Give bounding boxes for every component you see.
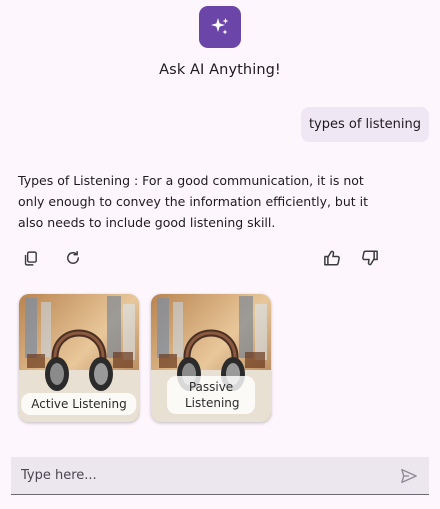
suggestion-card[interactable]: Active Listening: [19, 294, 139, 422]
user-message-text: types of listening: [308, 117, 421, 132]
suggestion-card[interactable]: Passive Listening: [151, 294, 271, 422]
page-title: Ask AI Anything!: [159, 62, 281, 78]
message-composer: [11, 456, 429, 495]
like-button[interactable]: [322, 248, 342, 268]
send-icon[interactable]: [400, 467, 418, 485]
copy-button[interactable]: [20, 248, 40, 268]
copy-icon: [24, 250, 37, 266]
thumbs-up-icon: [324, 250, 340, 266]
app-logo: [199, 6, 241, 48]
regenerate-button[interactable]: [63, 248, 83, 268]
ai-response-text: Types of Listening : For a good communic…: [18, 173, 369, 230]
message-input[interactable]: [11, 456, 393, 495]
refresh-icon: [67, 250, 79, 264]
card-label: Active Listening: [21, 393, 137, 415]
user-message-bubble: types of listening: [300, 107, 429, 142]
dislike-button[interactable]: [360, 248, 380, 268]
sparkles-icon: [211, 18, 229, 35]
card-label: Passive Listening: [167, 376, 255, 414]
thumbs-down-icon: [362, 250, 378, 266]
